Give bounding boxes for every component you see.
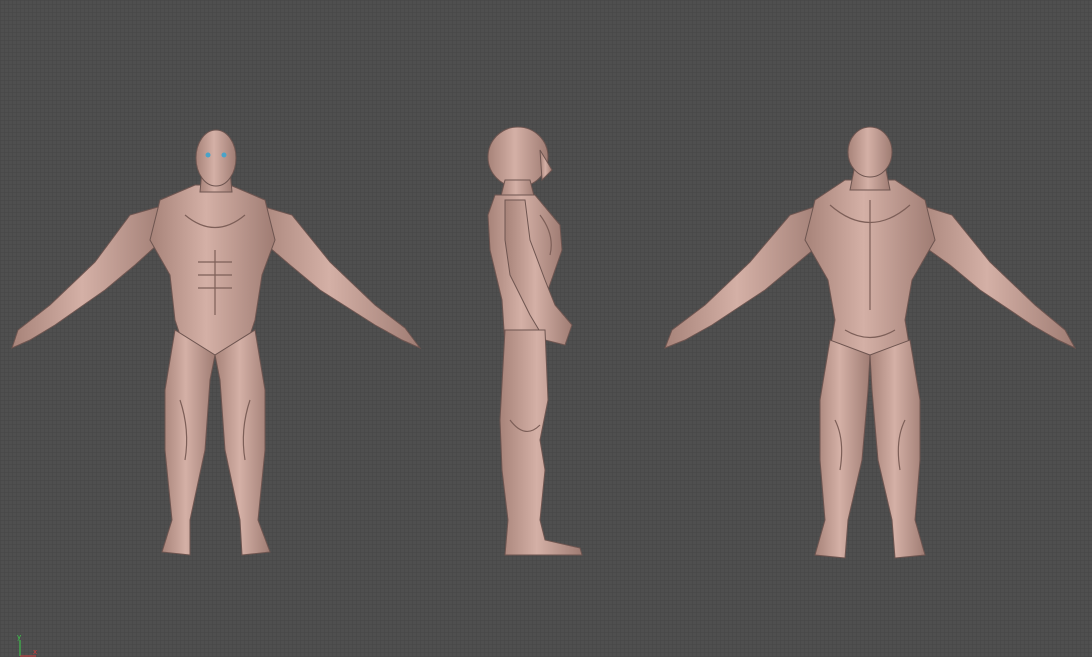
axis-gizmo: y x: [12, 634, 42, 657]
x-axis-label: x: [33, 648, 38, 656]
front-view-figure: [11, 129, 422, 556]
back-view-figure: [664, 126, 1077, 559]
character-model-sheet: [11, 126, 1077, 559]
y-axis-label: y: [17, 633, 22, 641]
side-view-figure: [487, 126, 583, 556]
3d-viewport[interactable]: y x: [0, 0, 1092, 657]
